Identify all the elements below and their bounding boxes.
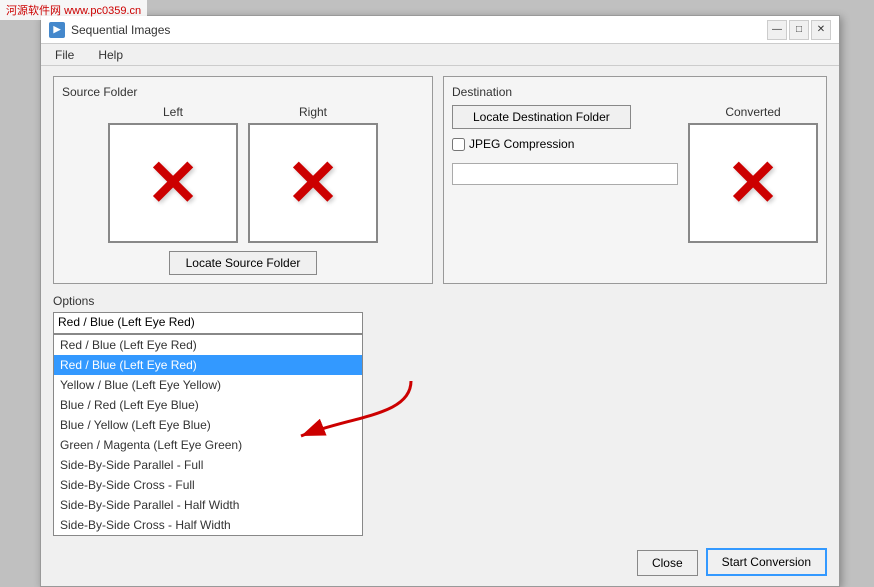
dest-panel-title: Destination [452,85,818,99]
dest-inner: Locate Destination Folder JPEG Compressi… [452,105,818,243]
right-label: Right [299,105,327,119]
bottom-buttons-row: Close Start Conversion [53,544,827,576]
source-panel-title: Source Folder [62,85,424,99]
dest-right: Converted ✕ [688,105,818,243]
right-image-col: Right ✕ [248,105,378,243]
options-title: Options [53,294,827,308]
main-content: Source Folder Left ✕ Right ✕ [41,66,839,586]
right-placeholder-icon: ✕ [286,151,340,215]
menu-file[interactable]: File [49,46,80,64]
path-bar[interactable] [452,163,678,185]
dest-left: Locate Destination Folder JPEG Compressi… [452,105,678,243]
option-item-3[interactable]: Blue / Red (Left Eye Blue) [54,395,362,415]
left-placeholder-icon: ✕ [146,151,200,215]
left-image-box: ✕ [108,123,238,243]
start-conversion-button[interactable]: Start Conversion [706,548,827,576]
options-section: Options Red / Blue (Left Eye Red) Red / … [53,294,827,536]
title-bar-left: ▶ Sequential Images [49,22,170,38]
option-item-6[interactable]: Side-By-Side Parallel - Full [54,455,362,475]
right-image-box: ✕ [248,123,378,243]
option-item-0[interactable]: Red / Blue (Left Eye Red) [54,335,362,355]
title-bar: ▶ Sequential Images — □ ✕ [41,16,839,44]
converted-image-box: ✕ [688,123,818,243]
source-images-row: Left ✕ Right ✕ [62,105,424,243]
options-select-display[interactable]: Red / Blue (Left Eye Red) [53,312,363,334]
close-window-button[interactable]: ✕ [811,20,831,40]
option-item-4[interactable]: Blue / Yellow (Left Eye Blue) [54,415,362,435]
left-image-col: Left ✕ [108,105,238,243]
minimize-button[interactable]: — [767,20,787,40]
converted-placeholder-icon: ✕ [726,151,780,215]
close-button[interactable]: Close [637,550,698,576]
option-item-1[interactable]: Red / Blue (Left Eye Red) [54,355,362,375]
jpeg-label: JPEG Compression [469,137,574,151]
left-label: Left [163,105,183,119]
watermark: 河源软件网 www.pc0359.cn [0,0,147,20]
option-item-7[interactable]: Side-By-Side Cross - Full [54,475,362,495]
jpeg-checkbox-row: JPEG Compression [452,137,678,151]
watermark-site-label: 河源软件网 [6,5,61,17]
title-controls: — □ ✕ [767,20,831,40]
dest-panel: Destination Locate Destination Folder JP… [443,76,827,284]
watermark-site-url: www.pc0359.cn [64,5,141,17]
maximize-button[interactable]: □ [789,20,809,40]
window-title: Sequential Images [71,23,170,37]
menu-help[interactable]: Help [92,46,129,64]
locate-dest-button[interactable]: Locate Destination Folder [452,105,631,129]
source-panel: Source Folder Left ✕ Right ✕ [53,76,433,284]
option-item-8[interactable]: Side-By-Side Parallel - Half Width [54,495,362,515]
panels-row: Source Folder Left ✕ Right ✕ [53,76,827,284]
option-item-2[interactable]: Yellow / Blue (Left Eye Yellow) [54,375,362,395]
options-dropdown: Red / Blue (Left Eye Red) Red / Blue (Le… [53,334,363,536]
main-window: ▶ Sequential Images — □ ✕ File Help Sour… [40,15,840,587]
locate-source-button[interactable]: Locate Source Folder [169,251,318,275]
app-icon: ▶ [49,22,65,38]
option-item-5[interactable]: Green / Magenta (Left Eye Green) [54,435,362,455]
option-item-9[interactable]: Side-By-Side Cross - Half Width [54,515,362,535]
converted-label: Converted [725,105,780,119]
jpeg-checkbox[interactable] [452,138,465,151]
menu-bar: File Help [41,44,839,66]
